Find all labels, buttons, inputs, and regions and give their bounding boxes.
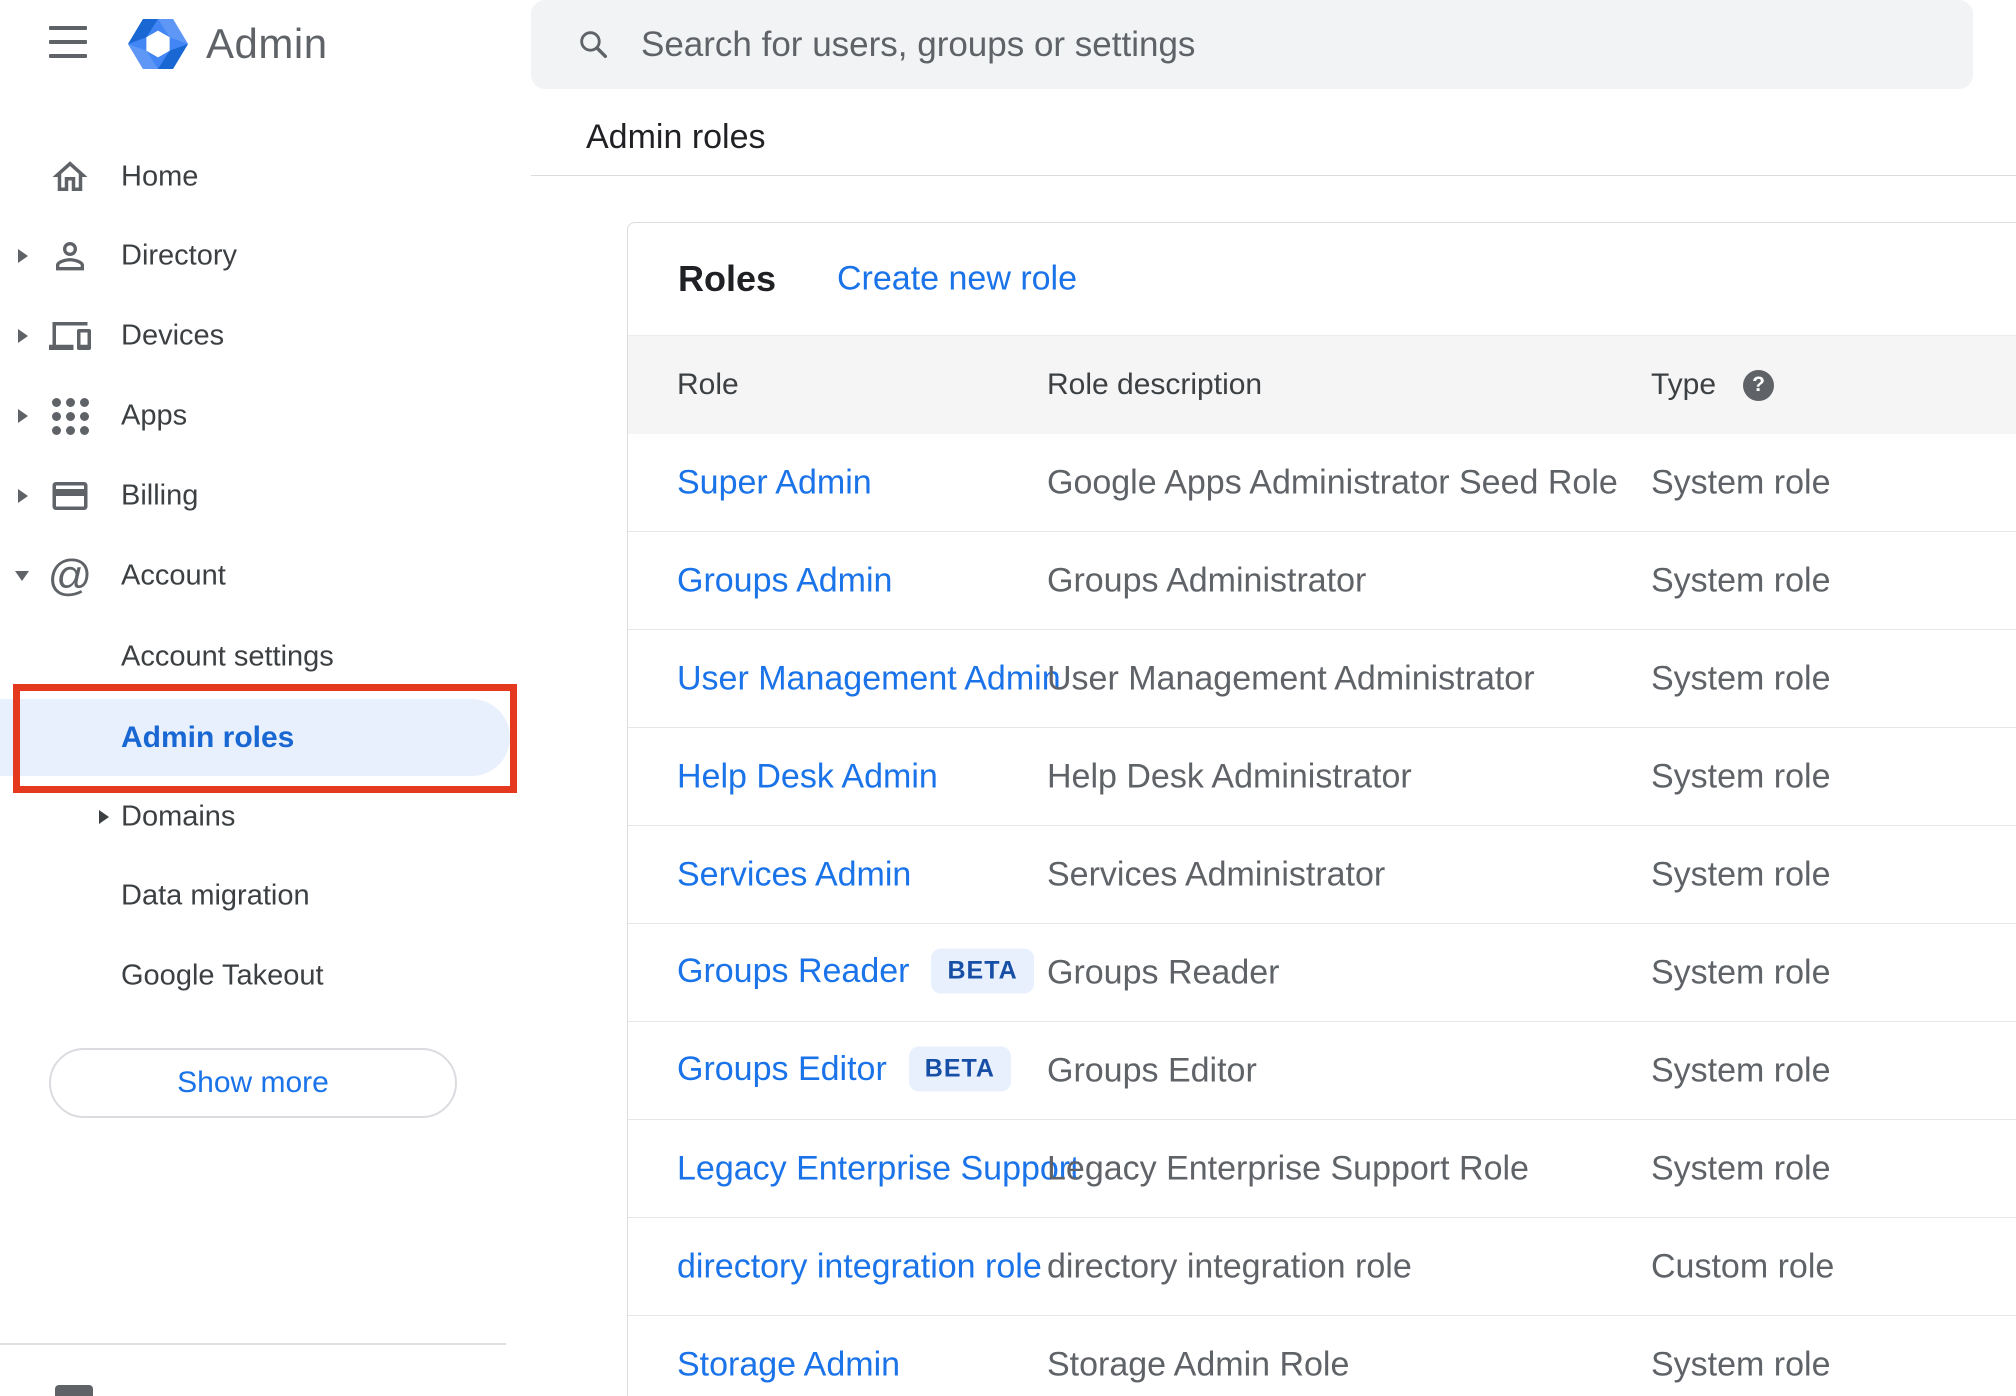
role-link[interactable]: Groups Editor: [677, 1049, 887, 1087]
create-new-role-link[interactable]: Create new role: [837, 260, 1077, 299]
table-row: Groups Admin Groups Administrator System…: [628, 532, 2016, 630]
role-link[interactable]: Groups Admin: [677, 561, 892, 599]
partially-visible-icon: [55, 1385, 93, 1396]
apps-grid-icon: [49, 395, 91, 437]
sidebar-item-google-takeout[interactable]: Google Takeout: [0, 936, 515, 1016]
table-row: Services Admin Services Administrator Sy…: [628, 826, 2016, 924]
sidebar-item-apps[interactable]: Apps: [0, 376, 515, 456]
role-description: User Management Administrator: [1047, 659, 1535, 697]
search-input[interactable]: Search for users, groups or settings: [531, 0, 1973, 89]
chevron-right-icon: [18, 249, 28, 263]
table-row: Legacy Enterprise Support Legacy Enterpr…: [628, 1120, 2016, 1218]
header-divider: [531, 175, 2016, 176]
table-row: Help Desk Admin Help Desk Administrator …: [628, 728, 2016, 826]
role-type: System role: [1651, 855, 1831, 893]
chevron-right-icon: [18, 489, 28, 503]
table-row: Groups Editor BETA Groups Editor System r…: [628, 1022, 2016, 1120]
role-description: Storage Admin Role: [1047, 1345, 1350, 1383]
devices-icon: [49, 315, 91, 357]
menu-icon[interactable]: [49, 26, 89, 58]
sidebar-item-home[interactable]: Home: [0, 137, 515, 217]
sidebar-item-admin-roles[interactable]: Admin roles: [0, 699, 510, 776]
breadcrumb: Admin roles: [586, 118, 766, 156]
role-type: System role: [1651, 659, 1831, 697]
app-logo: Admin: [127, 15, 328, 73]
sidebar-item-devices[interactable]: Devices: [0, 296, 515, 376]
role-type: System role: [1651, 561, 1831, 599]
show-more-button[interactable]: Show more: [49, 1048, 457, 1118]
role-description: Groups Reader: [1047, 953, 1280, 991]
chevron-right-icon: [18, 329, 28, 343]
role-description: Legacy Enterprise Support Role: [1047, 1149, 1529, 1187]
role-link[interactable]: Storage Admin: [677, 1345, 900, 1383]
column-header-description: Role description: [1047, 368, 1263, 401]
sidebar-item-account[interactable]: @ Account: [0, 536, 515, 616]
sidebar-bottom-divider: [0, 1343, 506, 1345]
table-row: directory integration role directory int…: [628, 1218, 2016, 1316]
search-icon: [580, 30, 608, 58]
role-link[interactable]: Help Desk Admin: [677, 757, 938, 795]
sidebar-item-data-migration[interactable]: Data migration: [0, 856, 515, 936]
role-link[interactable]: User Management Admin: [677, 659, 1061, 697]
person-icon: [49, 235, 91, 277]
roles-card: Roles Create new role Role Role descript…: [627, 222, 2016, 1396]
admin-console: Admin Search for users, groups or settin…: [0, 0, 2016, 1396]
sidebar-item-account-settings[interactable]: Account settings: [0, 617, 515, 697]
role-description: Groups Administrator: [1047, 561, 1367, 599]
role-type: System role: [1651, 463, 1831, 501]
role-description: Help Desk Administrator: [1047, 757, 1412, 795]
role-link[interactable]: Groups Reader: [677, 951, 909, 989]
column-header-type: Type ?: [1651, 368, 1775, 402]
beta-badge: BETA: [931, 948, 1034, 993]
at-sign-icon: @: [47, 551, 93, 600]
chevron-right-icon: [99, 810, 109, 824]
role-link[interactable]: Services Admin: [677, 855, 911, 893]
card-title: Roles: [678, 258, 777, 299]
sidebar-item-directory[interactable]: Directory: [0, 216, 515, 296]
table-row: Super Admin Google Apps Administrator Se…: [628, 434, 2016, 532]
role-type: System role: [1651, 1051, 1831, 1089]
role-description: Google Apps Administrator Seed Role: [1047, 463, 1618, 501]
table-row: User Management Admin User Management Ad…: [628, 630, 2016, 728]
role-link[interactable]: directory integration role: [677, 1247, 1042, 1285]
admin-hexagon-logo-icon: [128, 18, 188, 70]
role-description: Groups Editor: [1047, 1051, 1257, 1089]
credit-card-icon: [49, 475, 91, 517]
chevron-down-icon: [15, 571, 29, 581]
chevron-right-icon: [18, 409, 28, 423]
role-type: System role: [1651, 757, 1831, 795]
beta-badge: BETA: [908, 1046, 1011, 1091]
role-type: System role: [1651, 1149, 1831, 1187]
sidebar-item-billing[interactable]: Billing: [0, 456, 515, 536]
table-row: Groups Reader BETA Groups Reader System r…: [628, 924, 2016, 1022]
table-header-row: Role Role description Type ?: [628, 335, 2016, 434]
role-type: System role: [1651, 953, 1831, 991]
role-link[interactable]: Super Admin: [677, 463, 872, 501]
role-type: System role: [1651, 1345, 1831, 1383]
app-title: Admin: [206, 20, 328, 67]
sidebar-item-domains[interactable]: Domains: [0, 777, 515, 857]
question-mark-icon[interactable]: ?: [1743, 369, 1775, 401]
search-placeholder: Search for users, groups or settings: [641, 24, 1196, 64]
column-header-role: Role: [677, 368, 739, 401]
home-icon: [49, 156, 91, 198]
table-row: Storage Admin Storage Admin Role System …: [628, 1316, 2016, 1396]
role-description: directory integration role: [1047, 1247, 1412, 1285]
role-type: Custom role: [1651, 1247, 1835, 1285]
role-link[interactable]: Legacy Enterprise Support: [677, 1149, 1080, 1187]
roles-card-header: Roles Create new role: [628, 223, 2016, 335]
role-description: Services Administrator: [1047, 855, 1386, 893]
